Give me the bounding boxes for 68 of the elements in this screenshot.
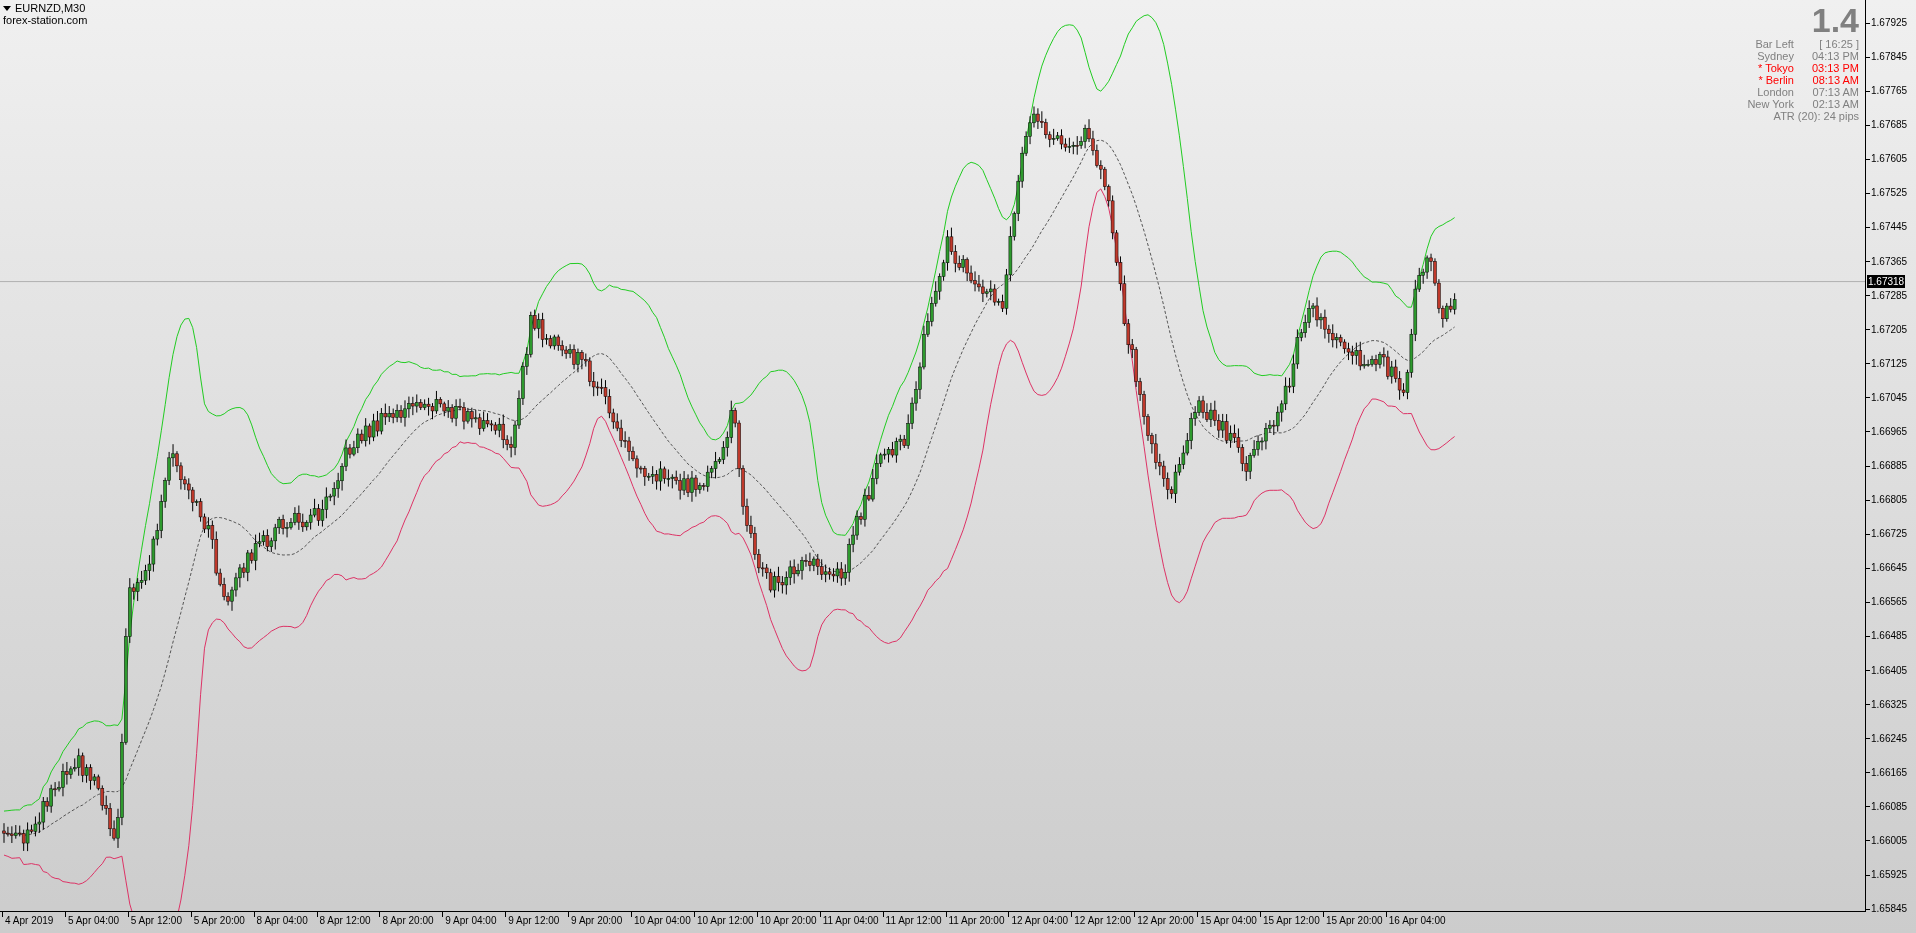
price-label: 1.66725 <box>1871 528 1908 541</box>
current-price-label: 1.67318 <box>1867 274 1906 288</box>
session-time: 04:13 PM <box>1811 50 1859 62</box>
time-label: 12 Apr 20:00 <box>1137 915 1194 927</box>
session-label: * Tokyo <box>1757 62 1794 74</box>
price-label: 1.67285 <box>1871 289 1908 302</box>
price-label: 1.67365 <box>1871 255 1908 268</box>
time-label: 15 Apr 04:00 <box>1200 915 1257 927</box>
time-label: 11 Apr 12:00 <box>885 915 942 927</box>
time-label: 15 Apr 12:00 <box>1263 915 1320 927</box>
time-label: 8 Apr 20:00 <box>382 915 434 927</box>
session-time: 03:13 PM <box>1811 62 1859 74</box>
time-label: 10 Apr 20:00 <box>759 915 817 927</box>
price-label: 1.66485 <box>1871 630 1908 643</box>
price-label: 1.67045 <box>1871 391 1908 404</box>
session-label: * Berlin <box>1757 74 1794 86</box>
price-label: 1.67125 <box>1871 357 1908 370</box>
time-label: 15 Apr 20:00 <box>1325 915 1383 927</box>
time-label: 11 Apr 20:00 <box>948 915 1005 927</box>
price-label: 1.66565 <box>1871 596 1908 609</box>
price-label: 1.66965 <box>1871 425 1908 438</box>
time-label: 11 Apr 04:00 <box>822 915 879 927</box>
session-label: Bar Left <box>1754 38 1794 50</box>
time-label: 5 Apr 04:00 <box>67 915 120 927</box>
symbol-label: EURNZD,M30 <box>15 2 86 14</box>
price-label: 1.66405 <box>1871 664 1908 677</box>
source-label: forex-station.com <box>3 14 88 26</box>
price-label: 1.67845 <box>1871 51 1908 64</box>
time-label: 4 Apr 2019 <box>5 915 54 927</box>
time-label: 10 Apr 04:00 <box>634 915 691 927</box>
time-label: 8 Apr 04:00 <box>256 915 308 927</box>
price-label: 1.66805 <box>1871 494 1908 507</box>
time-label: 8 Apr 12:00 <box>319 915 371 927</box>
price-label: 1.67925 <box>1871 17 1908 29</box>
price-label: 1.66645 <box>1871 562 1908 575</box>
price-label: 1.66325 <box>1871 698 1908 711</box>
atr-text: ATR (20): 24 pips <box>1773 110 1859 122</box>
price-label: 1.66085 <box>1871 800 1908 813</box>
time-label: 5 Apr 20:00 <box>193 915 245 927</box>
dropdown-triangle-icon[interactable] <box>3 5 11 11</box>
price-label: 1.67205 <box>1871 323 1908 336</box>
price-label: 1.66005 <box>1871 834 1908 847</box>
price-label: 1.66165 <box>1871 766 1908 779</box>
time-label: 5 Apr 12:00 <box>130 915 182 927</box>
time-label: 10 Apr 12:00 <box>696 915 754 927</box>
session-time: 07:13 AM <box>1811 86 1859 98</box>
time-label: 12 Apr 04:00 <box>1011 915 1069 927</box>
time-label: 9 Apr 12:00 <box>508 915 560 927</box>
session-label: New York <box>1747 98 1794 110</box>
time-label: 9 Apr 20:00 <box>571 915 623 927</box>
session-label: London <box>1756 86 1794 98</box>
price-label: 1.66245 <box>1871 732 1908 745</box>
time-label: 16 Apr 04:00 <box>1388 915 1446 927</box>
price-label: 1.67605 <box>1871 153 1908 166</box>
price-label: 1.65845 <box>1871 903 1908 916</box>
price-label: 1.67765 <box>1871 85 1908 98</box>
session-label: Sydney <box>1756 50 1794 62</box>
session-time: 02:13 AM <box>1811 98 1859 110</box>
price-label: 1.67445 <box>1871 221 1908 234</box>
session-time: 08:13 AM <box>1811 74 1859 86</box>
price-label: 1.65925 <box>1871 869 1908 881</box>
price-label: 1.67525 <box>1871 187 1908 200</box>
time-label: 9 Apr 04:00 <box>445 915 497 927</box>
spread-value: 1.4 <box>1811 4 1859 36</box>
price-label: 1.66885 <box>1871 460 1908 473</box>
price-label: 1.67685 <box>1871 119 1908 132</box>
session-time: [ 16:25 ] <box>1818 38 1859 50</box>
time-label: 12 Apr 12:00 <box>1074 915 1131 927</box>
